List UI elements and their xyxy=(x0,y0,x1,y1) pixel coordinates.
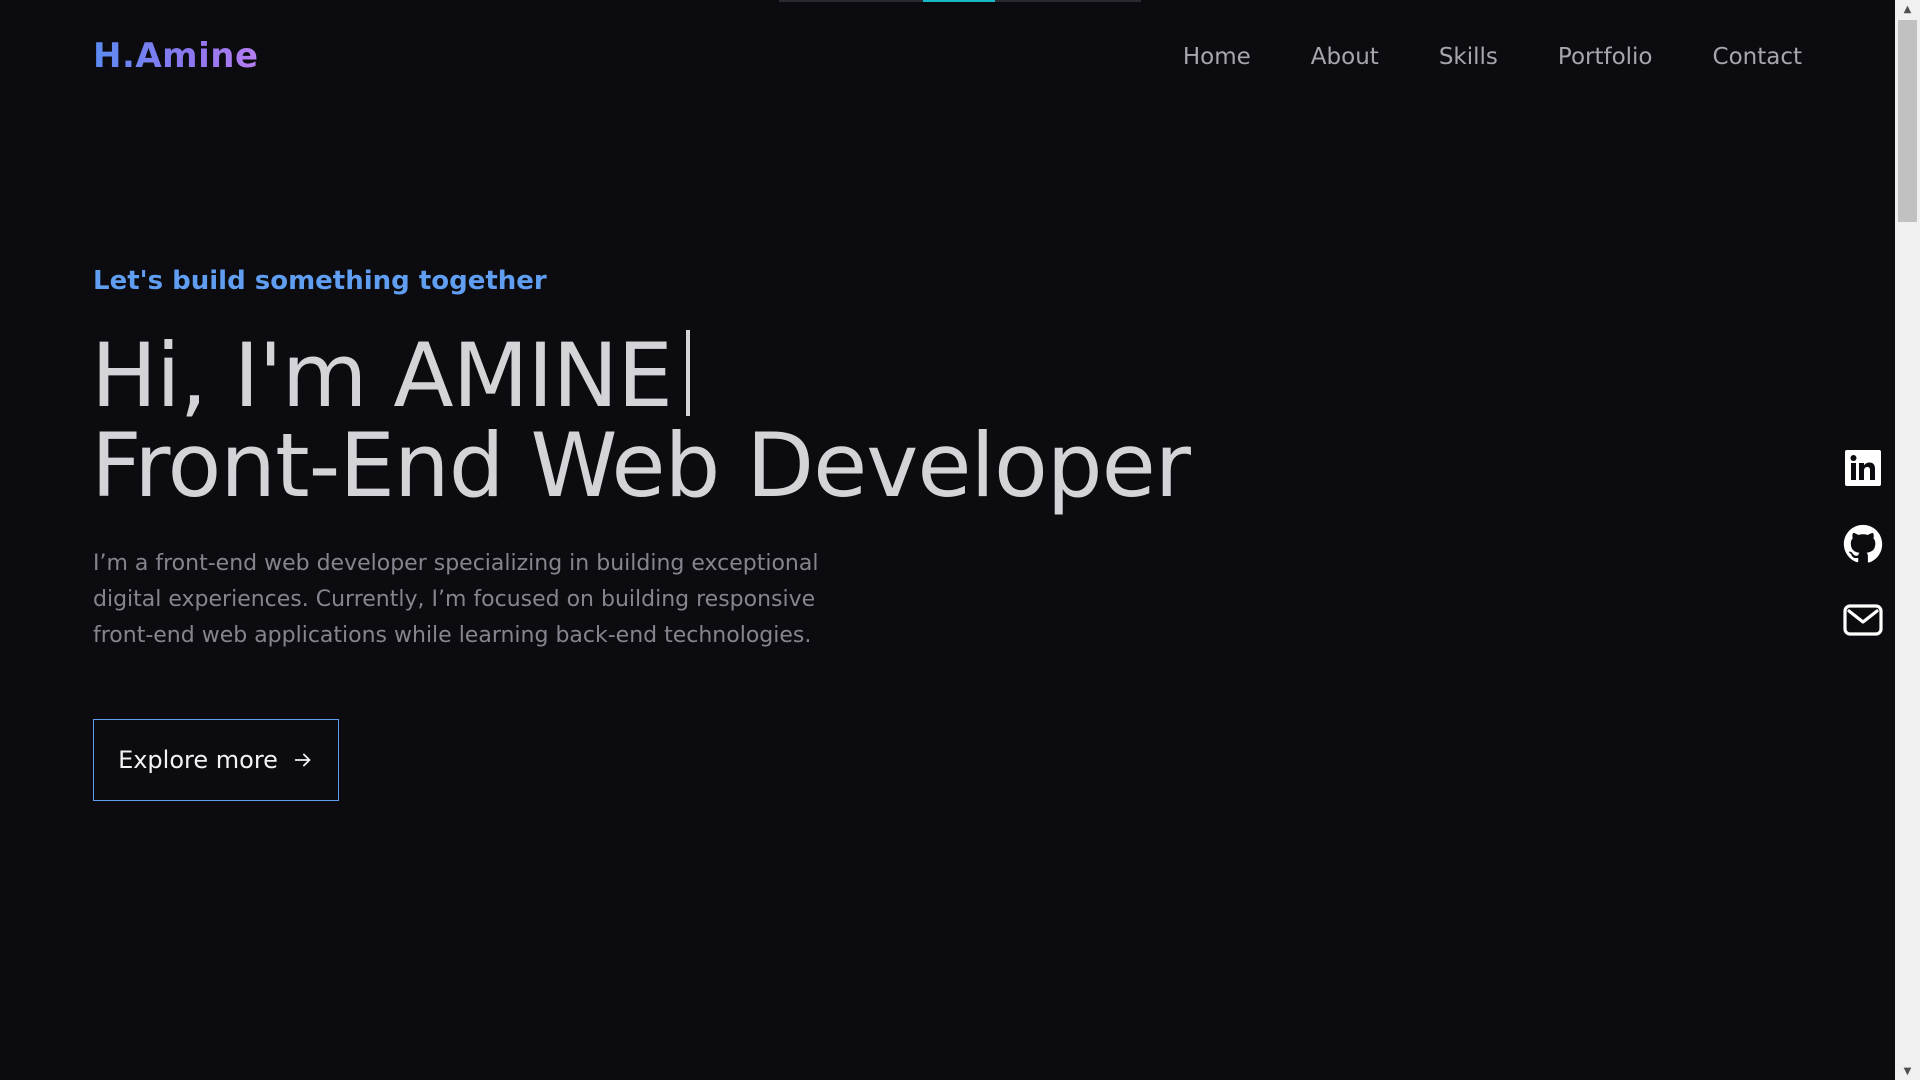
typing-caret xyxy=(685,330,690,416)
page-progress-fill xyxy=(923,0,995,2)
nav-item-home[interactable]: Home xyxy=(1183,44,1251,70)
github-icon[interactable] xyxy=(1843,524,1883,564)
main-nav: Home About Skills Portfolio Contact xyxy=(1183,44,1802,70)
hero-tagline: Let's build something together xyxy=(93,266,547,296)
hero-description: I’m a front-end web developer specializi… xyxy=(93,551,819,648)
nav-item-skills[interactable]: Skills xyxy=(1439,44,1498,70)
site-logo[interactable]: H.Amine xyxy=(93,36,259,76)
hero-title-greeting: Hi, I'm AMINE xyxy=(91,324,673,427)
page-progress-track xyxy=(779,0,1141,2)
nav-item-portfolio[interactable]: Portfolio xyxy=(1558,44,1653,70)
explore-more-label: Explore more xyxy=(118,746,278,774)
nav-item-about[interactable]: About xyxy=(1311,44,1379,70)
scroll-up-icon[interactable]: ▲ xyxy=(1895,0,1920,18)
hero-title-line-2: Front-End Web Developer xyxy=(91,414,1191,517)
vertical-scrollbar[interactable]: ▲ ▼ xyxy=(1895,0,1920,1080)
arrow-right-icon xyxy=(294,753,311,767)
explore-more-button[interactable]: Explore more xyxy=(93,719,339,801)
viewport: H.Amine Home About Skills Portfolio Cont… xyxy=(0,0,1895,1080)
linkedin-icon[interactable] xyxy=(1843,448,1883,488)
scrollbar-thumb[interactable] xyxy=(1898,20,1917,222)
social-links xyxy=(1843,448,1883,640)
nav-item-contact[interactable]: Contact xyxy=(1713,44,1802,70)
scroll-down-icon[interactable]: ▼ xyxy=(1895,1062,1920,1080)
page: H.Amine Home About Skills Portfolio Cont… xyxy=(0,0,1920,1080)
hero-title: Hi, I'm AMINE Front-End Web Developer xyxy=(91,330,1191,517)
hero-title-line-1: Hi, I'm AMINE xyxy=(91,330,1190,421)
mail-icon[interactable] xyxy=(1843,600,1883,640)
